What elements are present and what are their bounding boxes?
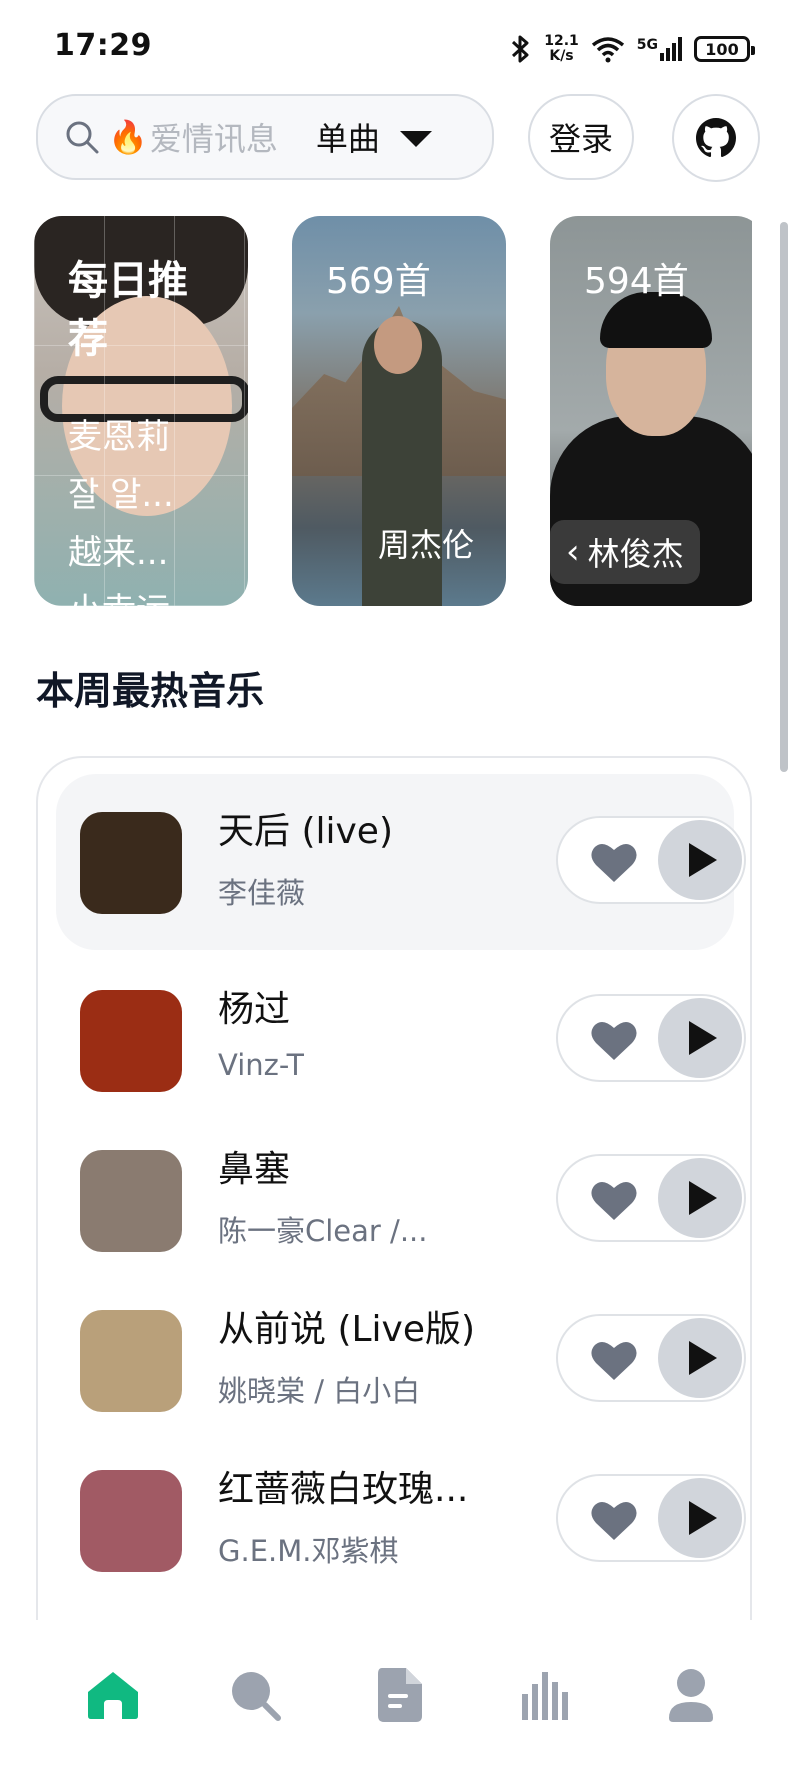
chevron-down-icon [399, 131, 432, 147]
heart-icon[interactable] [590, 1178, 638, 1222]
song-title: 从前说 (Live版) [218, 1309, 476, 1350]
song-title: 杨过 [218, 989, 291, 1030]
nav-playlist[interactable] [365, 1660, 435, 1730]
search-type-select[interactable]: 单曲 [316, 114, 432, 160]
document-icon [378, 1668, 422, 1722]
artist-card-jay[interactable]: 569首 周杰伦 [292, 216, 506, 606]
song-artist: G.E.M.邓紫棋 [218, 1534, 399, 1568]
home-icon [88, 1672, 138, 1719]
search-placeholder: 爱情讯息 [149, 120, 278, 158]
nav-home[interactable] [78, 1660, 148, 1730]
song-artist: 李佳薇 [218, 876, 306, 910]
song-actions [556, 1154, 746, 1242]
play-icon [689, 843, 717, 877]
song-actions [556, 1314, 746, 1402]
network-speed: 12.1 K/s [544, 33, 579, 64]
play-button[interactable] [658, 1478, 742, 1558]
album-cover [80, 1310, 182, 1412]
nav-profile[interactable] [656, 1660, 726, 1730]
song-row[interactable]: 鼻塞陈一豪Clear /... [56, 1112, 746, 1288]
battery-icon: 100 [694, 36, 755, 62]
song-actions [556, 816, 746, 904]
nav-charts[interactable] [512, 1660, 582, 1730]
song-title: 鼻塞 [218, 1149, 291, 1190]
scrollbar[interactable] [780, 222, 788, 772]
bluetooth-icon [512, 35, 529, 63]
play-button[interactable] [658, 820, 742, 900]
bottom-nav [0, 1620, 800, 1776]
album-cover [80, 812, 182, 914]
song-artist: Vinz-T [218, 1048, 305, 1082]
play-button[interactable] [658, 1158, 742, 1238]
artist-name: 林俊杰 [587, 535, 684, 573]
chevron-left-icon: ‹ [566, 532, 580, 572]
playlist-carousel[interactable]: 每日推荐 麦恩莉 잘 알... 越来... 小幸运 569首 周杰伦 594首 … [34, 216, 752, 606]
status-time: 17:29 [54, 28, 152, 63]
song-title: 红蔷薇白玫瑰... [218, 1469, 469, 1510]
search-icon [232, 1672, 281, 1721]
album-cover [80, 1150, 182, 1252]
carousel-prev-button[interactable]: ‹ 林俊杰 [550, 520, 700, 584]
song-actions [556, 994, 746, 1082]
song-actions [556, 1474, 746, 1562]
song-row[interactable]: 从前说 (Live版) 姚晓棠 / 白小白 [56, 1272, 746, 1448]
heart-icon[interactable] [590, 840, 638, 884]
heart-icon[interactable] [590, 1338, 638, 1382]
github-icon [696, 118, 736, 158]
play-button[interactable] [658, 1318, 742, 1398]
heart-icon[interactable] [590, 1018, 638, 1062]
login-button[interactable]: 登录 [528, 94, 634, 180]
chart-icon [522, 1672, 568, 1720]
play-icon [689, 1341, 717, 1375]
user-icon [669, 1669, 713, 1722]
search-icon [66, 121, 99, 154]
artist-name: 周杰伦 [377, 526, 474, 564]
song-artist: 陈一豪Clear /... [218, 1214, 428, 1248]
section-title: 本周最热音乐 [36, 669, 265, 713]
song-list: 天后 (live) 李佳薇 杨过 Vinz-T 鼻塞 陈一豪Clear /... 从前说 (… [36, 756, 752, 1736]
song-count: 569首 [326, 261, 431, 302]
daily-recommend-songs: 麦恩莉 잘 알... 越来... 小幸运 [68, 417, 174, 606]
status-icons: 12.1 K/s 5G 100 [510, 30, 755, 68]
hot-flame-icon: 🔥 [108, 118, 148, 156]
song-count: 594首 [584, 261, 689, 302]
song-title: 天后 (live) [218, 811, 393, 852]
album-cover [80, 1470, 182, 1572]
song-artist: 姚晓棠 / 白小白 [218, 1374, 421, 1408]
play-icon [689, 1181, 717, 1215]
status-bar: 17:29 12.1 K/s 5G 100 [0, 0, 800, 96]
song-row[interactable]: 天后 (live) 李佳薇 [56, 774, 746, 950]
play-icon [689, 1021, 717, 1055]
daily-recommend-card[interactable]: 每日推荐 麦恩莉 잘 알... 越来... 小幸运 [34, 216, 248, 606]
heart-icon[interactable] [590, 1498, 638, 1542]
daily-recommend-title: 每日推荐 [68, 258, 188, 362]
song-row[interactable]: 杨过 Vinz-T [56, 952, 746, 1128]
search-input[interactable]: 🔥 爱情讯息 单曲 [36, 94, 494, 180]
album-cover [80, 990, 182, 1092]
wifi-icon [591, 37, 624, 63]
play-icon [689, 1501, 717, 1535]
song-row[interactable]: 红蔷薇白玫瑰... G.E.M.邓紫棋 [56, 1432, 746, 1608]
cellular-signal: 5G [637, 37, 682, 61]
play-button[interactable] [658, 998, 742, 1078]
page: 17:29 12.1 K/s 5G 100 🔥 爱情讯息 单曲 登录 每日推荐 … [0, 0, 800, 1776]
nav-search[interactable] [220, 1660, 290, 1730]
github-button[interactable] [672, 94, 760, 182]
